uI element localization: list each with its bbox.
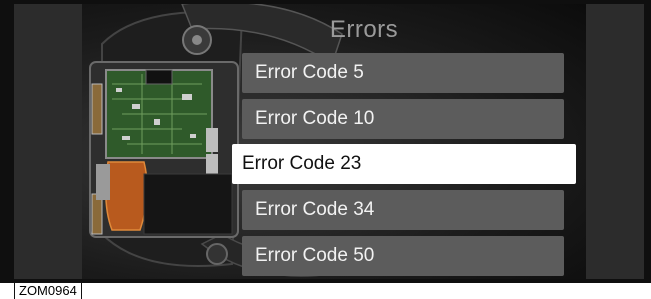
- screen-title: Errors: [329, 16, 399, 43]
- menu-item-error-code-34[interactable]: Error Code 34: [242, 190, 564, 230]
- screen-frame: Errors Error Code 5 Error Code 10 Error …: [0, 0, 651, 283]
- menu-item-error-code-23[interactable]: Error Code 23: [232, 144, 576, 184]
- menu-item-error-code-50[interactable]: Error Code 50: [242, 236, 564, 276]
- menu-item-error-code-5[interactable]: Error Code 5: [242, 53, 564, 93]
- left-bezel: [14, 4, 82, 279]
- display-screen: Errors Error Code 5 Error Code 10 Error …: [82, 4, 586, 279]
- menu-item-error-code-10[interactable]: Error Code 10: [242, 99, 564, 139]
- right-bezel: [586, 4, 644, 279]
- figure-reference-code: ZOM0964: [14, 282, 82, 299]
